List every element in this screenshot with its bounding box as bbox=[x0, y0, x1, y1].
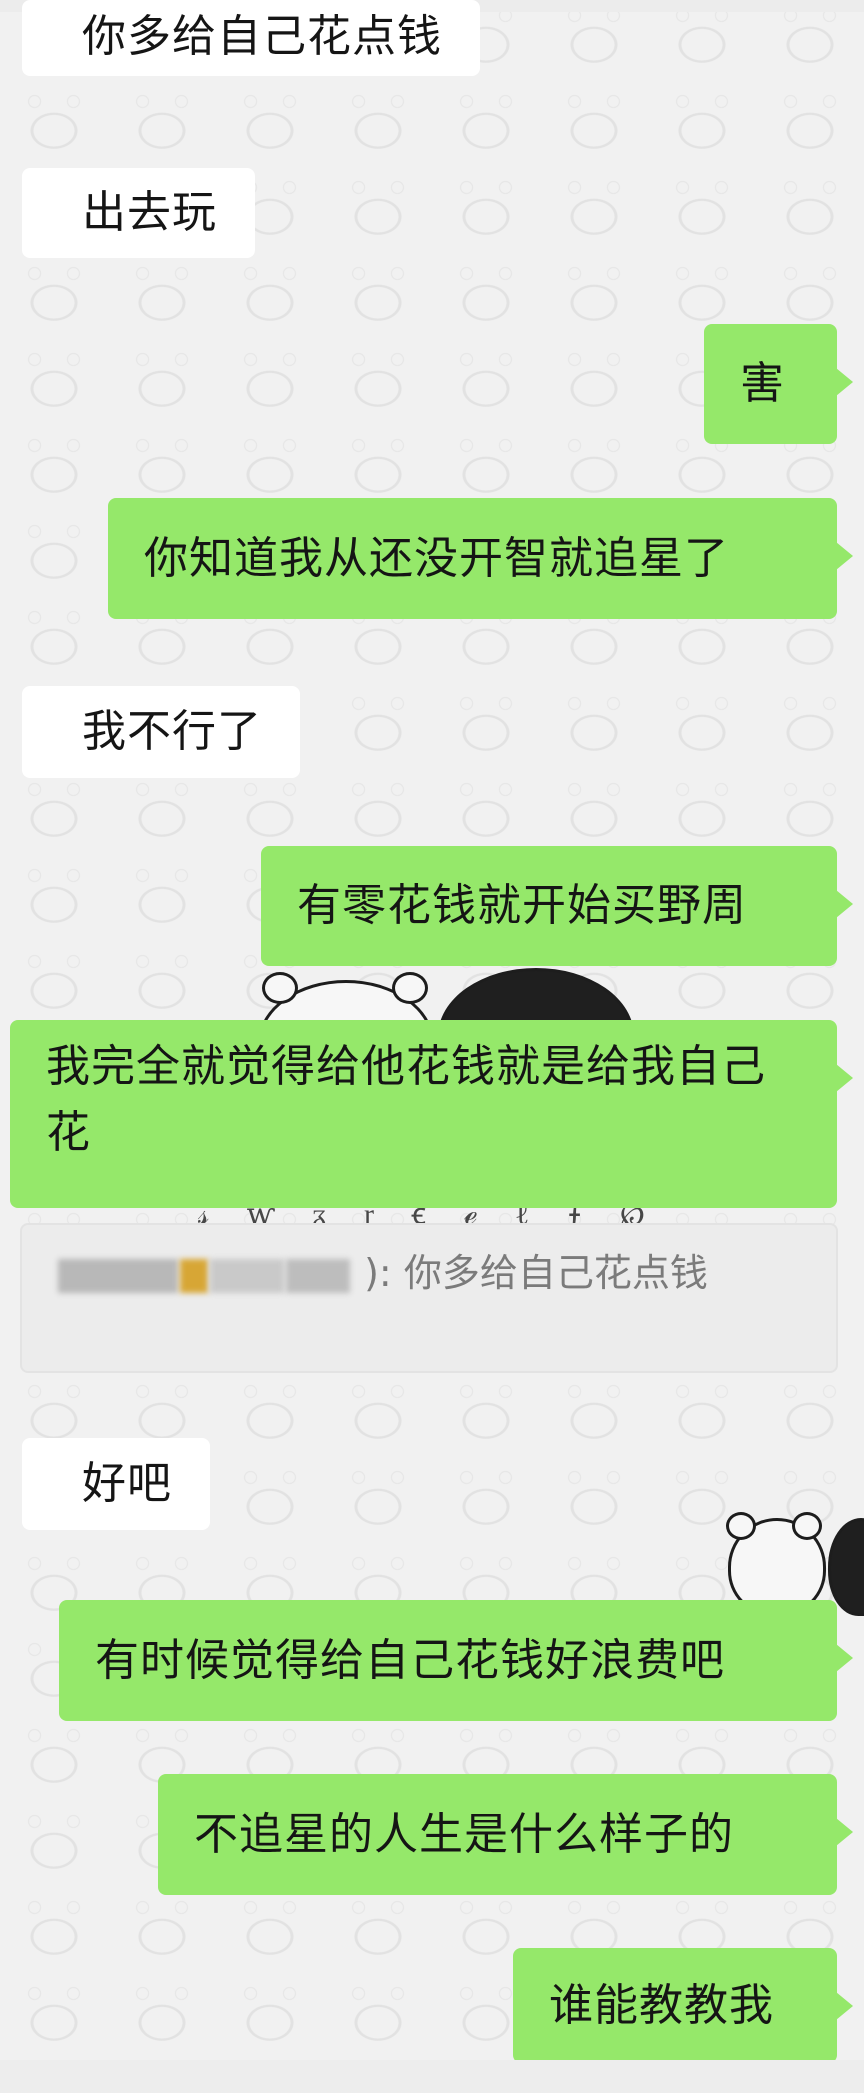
message-text: 出去玩 bbox=[82, 187, 217, 238]
message-text: 有时候觉得给自己花钱好浪费吧 bbox=[95, 1634, 725, 1686]
message-outgoing[interactable]: 谁能教教我 bbox=[513, 1948, 853, 2063]
message-incoming[interactable]: 你多给自己花点钱 bbox=[22, 0, 480, 76]
message-text: 你多给自己花点钱 bbox=[82, 11, 442, 62]
message-text: 有零花钱就开始买野周 bbox=[297, 880, 747, 931]
message-text: 好吧 bbox=[82, 1458, 172, 1509]
quote-separator: ): bbox=[364, 1251, 404, 1295]
message-outgoing[interactable]: 有时候觉得给自己花钱好浪费吧 bbox=[59, 1600, 853, 1721]
sticker-ear bbox=[726, 1512, 756, 1540]
message-incoming[interactable]: 出去玩 bbox=[22, 168, 255, 258]
message-text: 不追星的人生是什么样子的 bbox=[194, 1808, 734, 1860]
message-text: 谁能教教我 bbox=[549, 1979, 774, 2031]
sticker-ear bbox=[392, 972, 428, 1004]
bottom-edge bbox=[0, 2060, 864, 2093]
sticker-ear bbox=[792, 1512, 822, 1540]
quoted-message[interactable]: ): 你多给自己花点钱 bbox=[20, 1223, 838, 1373]
message-text: 我不行了 bbox=[82, 706, 262, 757]
message-incoming[interactable]: 我不行了 bbox=[22, 686, 300, 778]
message-outgoing[interactable]: 害 bbox=[704, 324, 853, 444]
message-incoming[interactable]: 好吧 bbox=[22, 1438, 210, 1530]
message-text: 你知道我从还没开智就追星了 bbox=[144, 532, 729, 584]
quote-text: 你多给自己花点钱 bbox=[403, 1251, 708, 1295]
message-outgoing[interactable]: 我完全就觉得给他花钱就是给我自己花 bbox=[10, 1020, 853, 1208]
quote-sender-redacted bbox=[58, 1251, 364, 1295]
message-outgoing[interactable]: 有零花钱就开始买野周 bbox=[261, 846, 853, 966]
message-text: 我完全就觉得给他花钱就是给我自己花 bbox=[46, 1041, 766, 1158]
message-outgoing[interactable]: 不追星的人生是什么样子的 bbox=[158, 1774, 853, 1895]
message-outgoing[interactable]: 你知道我从还没开智就追星了 bbox=[108, 498, 853, 619]
message-text: 害 bbox=[740, 358, 785, 409]
sticker-ear bbox=[262, 972, 298, 1004]
